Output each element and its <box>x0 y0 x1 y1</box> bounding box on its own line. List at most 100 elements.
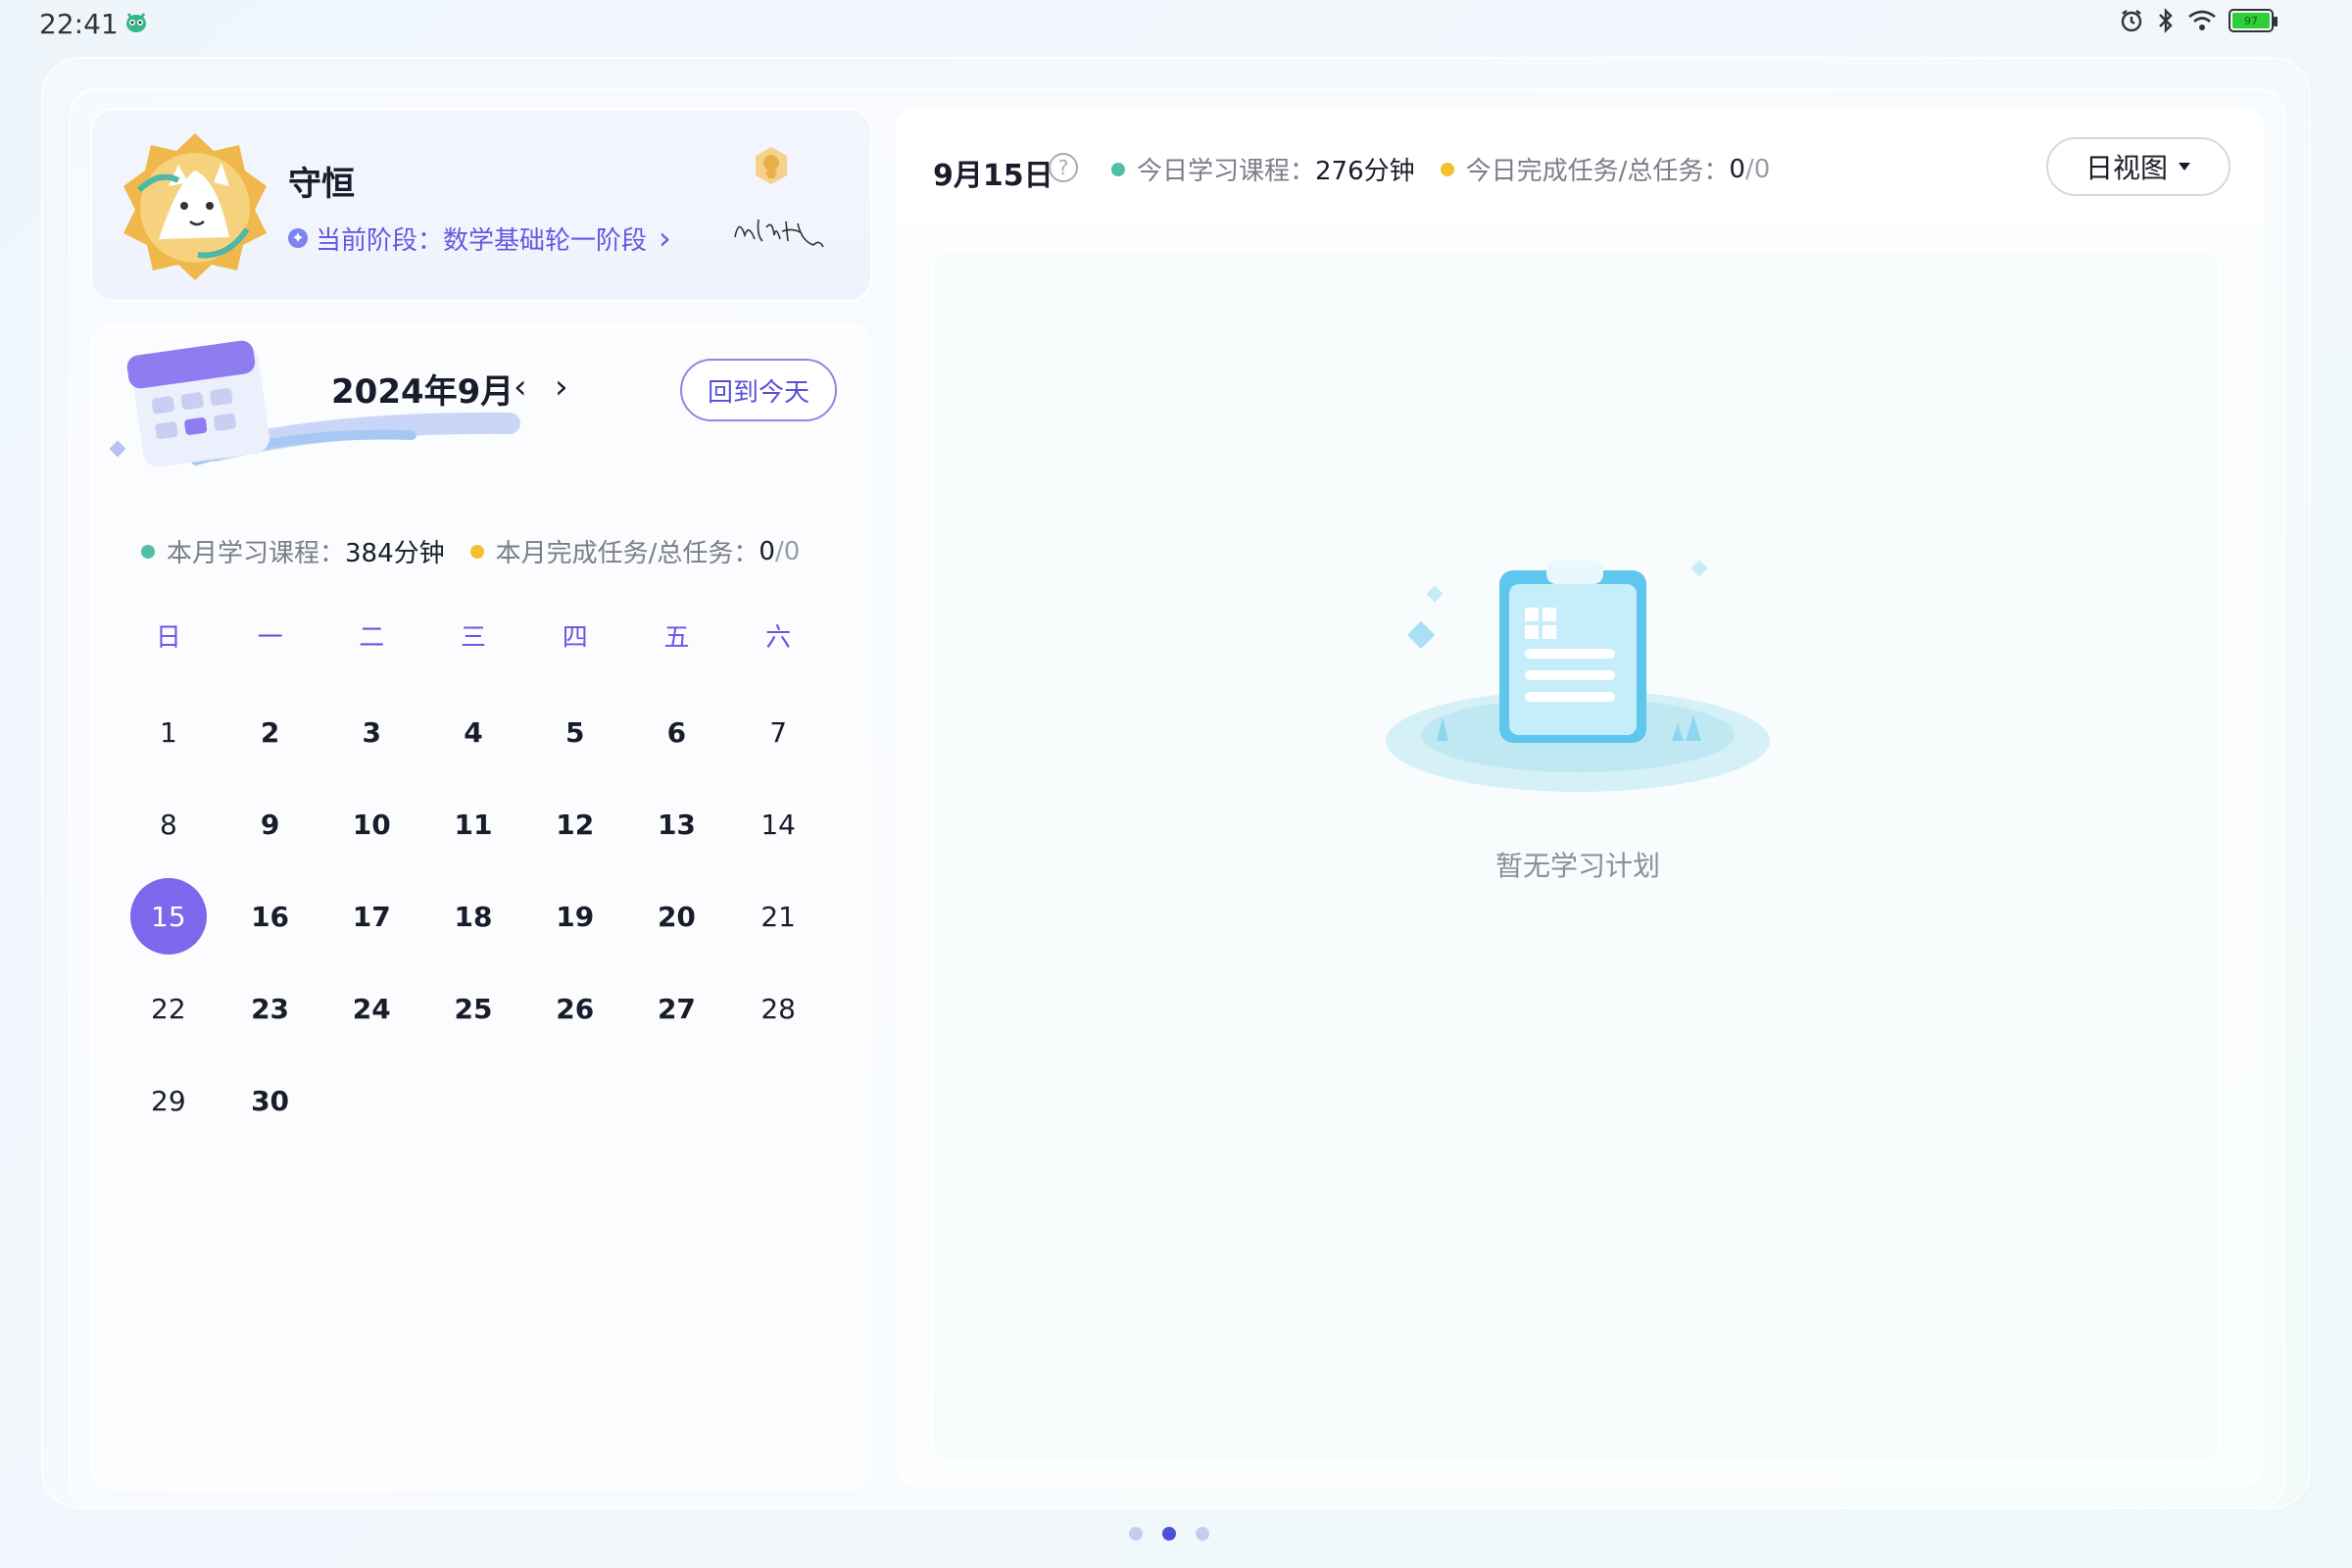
calendar-day[interactable]: 26 <box>524 962 626 1054</box>
calendar-day-number: 12 <box>556 808 595 841</box>
month-task-total: /0 <box>774 536 801 566</box>
calendar-day-number: 26 <box>556 992 595 1025</box>
status-time: 22:41 <box>39 8 119 40</box>
stage-value: 数学基础轮一阶段 <box>443 225 648 256</box>
month-course-value: 384分钟 <box>345 539 445 568</box>
day-stats: 今日学习课程： 276分钟 今日完成任务/总任务： 0 /0 <box>1111 151 1770 187</box>
calendar-day[interactable]: 28 <box>727 962 829 1054</box>
calendar-day[interactable]: 24 <box>320 962 422 1054</box>
today-task-done: 0 <box>1729 154 1745 184</box>
avatar[interactable] <box>120 131 270 282</box>
back-to-today-button[interactable]: 回到今天 <box>680 359 837 421</box>
prev-month-button[interactable]: ‹ <box>514 370 527 404</box>
next-month-button[interactable]: › <box>555 370 568 404</box>
calendar-day-number: 28 <box>760 992 796 1025</box>
calendar-day[interactable]: 22 <box>118 962 220 1054</box>
calendar-day[interactable]: 23 <box>220 962 321 1054</box>
calendar-day[interactable]: 11 <box>422 778 524 870</box>
calendar-day-number: 30 <box>251 1084 290 1117</box>
medal-icon[interactable] <box>751 145 792 186</box>
calendar-day[interactable]: 5 <box>524 686 626 778</box>
today-task-label: 今日完成任务/总任务： <box>1465 157 1730 186</box>
view-mode-dropdown[interactable]: 日视图 <box>2046 137 2230 196</box>
calendar-day-number: 11 <box>454 808 493 841</box>
calendar-day[interactable]: 13 <box>626 778 728 870</box>
course-dot-icon <box>1111 162 1125 176</box>
calendar-day-number: 16 <box>251 900 290 933</box>
caret-down-icon <box>2179 163 2190 171</box>
calendar-day[interactable]: 18 <box>422 870 524 962</box>
month-task-done: 0 <box>759 536 775 566</box>
calendar-day[interactable]: 4 <box>422 686 524 778</box>
calendar-day[interactable]: 21 <box>727 870 829 962</box>
view-mode-label: 日视图 <box>2084 152 2168 184</box>
calendar-day[interactable]: 30 <box>220 1054 321 1147</box>
calendar-day[interactable]: 17 <box>320 870 422 962</box>
calendar-days-grid: 1 2 3 4 5 6 7 8 9 10 11 12 13 14 15 16 17 18 19 20 21 22 23 24 2… <box>118 686 829 1147</box>
calendar-day-number: 17 <box>352 900 391 933</box>
month-course-label: 本月学习课程： <box>167 539 346 568</box>
weekday-label: 六 <box>765 623 792 653</box>
calendar-day-number: 27 <box>657 992 696 1025</box>
today-task-total: /0 <box>1744 154 1771 184</box>
page-indicator <box>1129 1527 1209 1541</box>
weekday-label: 三 <box>461 623 487 653</box>
status-bar: 22:41 97 <box>0 0 2352 47</box>
page-dot-active[interactable] <box>1162 1527 1176 1541</box>
calendar-day[interactable]: 9 <box>220 778 321 870</box>
calendar-day-number: 21 <box>760 900 796 933</box>
calendar-day[interactable]: 8 <box>118 778 220 870</box>
calendar-day[interactable]: 25 <box>422 962 524 1054</box>
course-dot-icon <box>141 544 155 559</box>
calendar-day-number: 10 <box>352 808 391 841</box>
empty-clipboard-icon <box>1386 560 1770 792</box>
wifi-icon <box>2188 10 2216 30</box>
calendar-day[interactable]: 7 <box>727 686 829 778</box>
task-dot-icon <box>1440 162 1454 176</box>
today-course-label: 今日学习课程： <box>1137 157 1316 186</box>
page-dot[interactable] <box>1129 1527 1143 1541</box>
bluetooth-icon <box>2159 8 2173 33</box>
calendar-day-number: 15 <box>129 878 207 955</box>
calendar-day[interactable]: 3 <box>320 686 422 778</box>
calendar-day[interactable]: 15 <box>118 870 220 962</box>
calendar-day[interactable]: 1 <box>118 686 220 778</box>
calendar-day-number: 13 <box>657 808 696 841</box>
weekday-label: 二 <box>359 623 385 653</box>
chevron-right-icon: › <box>659 220 671 257</box>
help-icon[interactable]: ? <box>1049 153 1078 182</box>
weekday-label: 四 <box>562 623 588 653</box>
calendar-day-number: 3 <box>362 715 382 749</box>
today-course-value: 276分钟 <box>1315 157 1415 186</box>
current-stage-link[interactable]: ✦ 当前阶段： 数学基础轮一阶段 › <box>288 220 671 257</box>
calendar-day[interactable]: 16 <box>220 870 321 962</box>
calendar-day-number: 25 <box>454 992 493 1025</box>
selected-date: 9月15日 <box>933 159 1054 193</box>
calendar-day[interactable]: 19 <box>524 870 626 962</box>
calendar-day[interactable]: 6 <box>626 686 728 778</box>
calendar-day-number: 7 <box>769 715 788 749</box>
signature-image <box>734 219 824 248</box>
calendar-day-number: 14 <box>760 808 796 841</box>
weekday-label: 日 <box>155 623 181 653</box>
calendar-day[interactable]: 14 <box>727 778 829 870</box>
calendar-day[interactable]: 20 <box>626 870 728 962</box>
month-stats: 本月学习课程： 384分钟 本月完成任务/总任务： 0 /0 <box>141 533 800 569</box>
empty-state-text: 暂无学习计划 <box>1494 850 1660 882</box>
profile-card: 守恒 ✦ 当前阶段： 数学基础轮一阶段 › <box>90 108 872 302</box>
calendar-day-number: 24 <box>352 992 391 1025</box>
calendar-day-number: 20 <box>657 900 696 933</box>
calendar-day[interactable]: 10 <box>320 778 422 870</box>
calendar-day-number: 22 <box>151 992 186 1025</box>
weekday-header: 日 一 二 三 四 五 六 <box>118 617 829 666</box>
calendar-day[interactable]: 2 <box>220 686 321 778</box>
calendar-day[interactable]: 12 <box>524 778 626 870</box>
calendar-day-number: 29 <box>151 1084 186 1117</box>
calendar-day[interactable]: 27 <box>626 962 728 1054</box>
calendar-day[interactable]: 29 <box>118 1054 220 1147</box>
alarm-icon <box>2121 10 2142 32</box>
page-dot[interactable] <box>1196 1527 1209 1541</box>
stage-icon: ✦ <box>288 228 308 248</box>
calendar-day-number: 4 <box>464 715 483 749</box>
battery-icon: 97 <box>2229 9 2278 32</box>
